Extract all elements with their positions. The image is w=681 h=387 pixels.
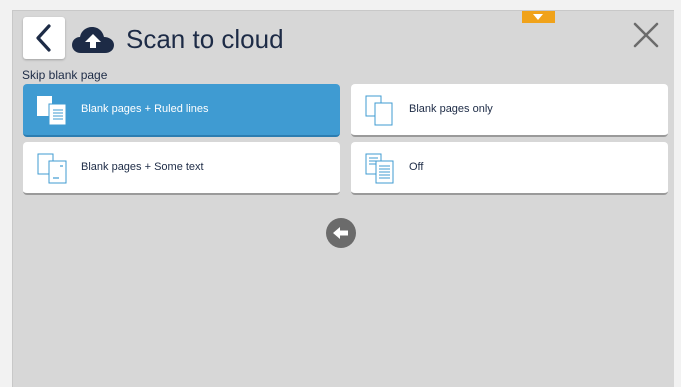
- option-blank-ruled[interactable]: Blank pages + Ruled lines: [23, 84, 340, 137]
- close-icon[interactable]: [632, 21, 660, 49]
- chevron-left-icon: [36, 24, 51, 52]
- pages-some-text-icon: [37, 153, 67, 184]
- cloud-upload-icon: [72, 27, 114, 53]
- dropdown-tab[interactable]: [522, 11, 555, 23]
- screen: Scan to cloud Skip blank page Blank page…: [12, 10, 674, 387]
- section-label: Skip blank page: [22, 68, 108, 82]
- option-off[interactable]: Off: [351, 142, 668, 195]
- previous-page-button[interactable]: [326, 218, 356, 248]
- option-label: Off: [409, 161, 424, 173]
- caret-down-icon: [533, 14, 543, 20]
- option-blank-only[interactable]: Blank pages only: [351, 84, 668, 137]
- text-pages-icon: [365, 153, 394, 184]
- arrow-left-icon: [333, 227, 348, 239]
- page-title: Scan to cloud: [126, 24, 284, 54]
- option-blank-some-text[interactable]: Blank pages + Some text: [23, 142, 340, 195]
- back-button[interactable]: [23, 17, 65, 59]
- option-label: Blank pages only: [409, 103, 493, 115]
- ruled-pages-icon: [37, 96, 67, 126]
- option-label: Blank pages + Some text: [81, 161, 204, 173]
- blank-pages-icon: [365, 95, 393, 126]
- option-label: Blank pages + Ruled lines: [81, 103, 209, 115]
